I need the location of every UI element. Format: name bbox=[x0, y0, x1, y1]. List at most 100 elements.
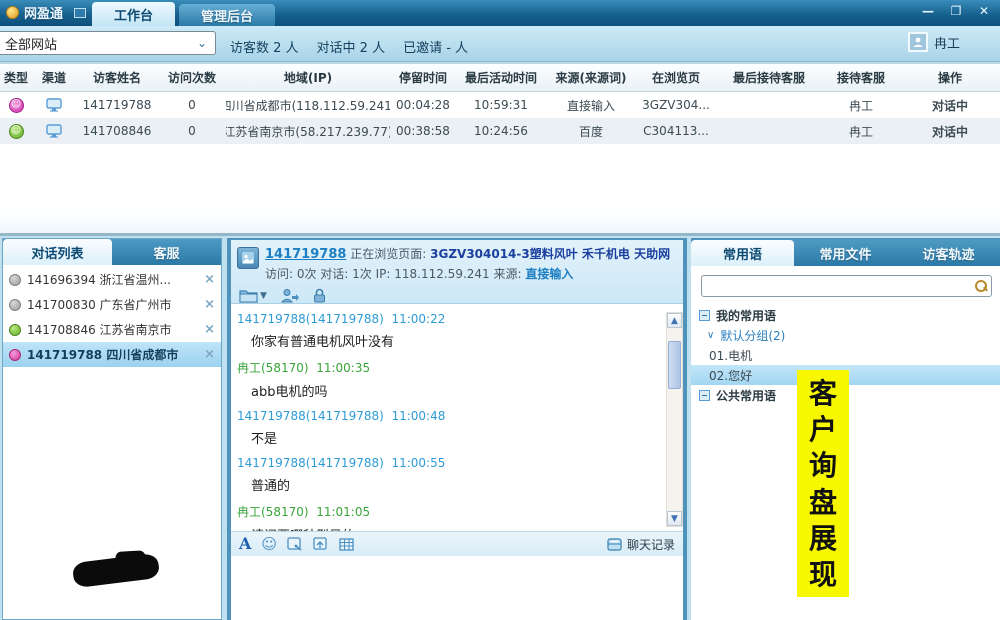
chevron-down-icon: ∨ bbox=[707, 330, 714, 341]
scrollbar-thumb[interactable] bbox=[668, 341, 681, 389]
visit-count: 0 bbox=[158, 92, 226, 118]
message-list: 141719788(141719788) 11:00:22 你家有普通电机风叶没… bbox=[231, 304, 665, 531]
tree-group-default[interactable]: ∨ 默认分组(2) bbox=[691, 325, 1000, 345]
close-dialog-icon[interactable]: × bbox=[204, 297, 215, 312]
browsing-label: 正在浏览页面: bbox=[350, 247, 426, 261]
folder-menu-button[interactable]: ▼ bbox=[239, 288, 267, 303]
app-logo: 网盈通 bbox=[6, 3, 86, 22]
tab-common-files[interactable]: 常用文件 bbox=[794, 240, 897, 266]
quick-reply-table-button[interactable] bbox=[339, 538, 354, 551]
close-icon[interactable]: ✕ bbox=[976, 4, 992, 18]
scroll-down-icon[interactable]: ▼ bbox=[667, 511, 682, 526]
chat-header: 141719788 正在浏览页面: 3GZV304014-3塑料风叶 禾千机电 … bbox=[231, 240, 683, 304]
message-sender: 141719788(141719788) bbox=[237, 409, 384, 423]
tab-common-phrases[interactable]: 常用语 bbox=[691, 240, 794, 266]
visitor-offline-icon bbox=[9, 274, 21, 286]
message-sender: 141719788(141719788) bbox=[237, 456, 384, 470]
tab-workbench[interactable]: 工作台 bbox=[92, 2, 175, 26]
chat-message: 冉工(58170) 11:01:05 请问要哪种型号的 bbox=[237, 503, 659, 531]
visitor-id-link[interactable]: 141719788 bbox=[265, 247, 346, 262]
screenshot-button[interactable] bbox=[287, 537, 303, 551]
phrase-item-motor[interactable]: 01.电机 bbox=[691, 345, 1000, 365]
browsing-page-link[interactable]: C304113... bbox=[636, 118, 716, 144]
history-icon bbox=[607, 538, 622, 551]
list-item-label: 141719788 四川省成都市 bbox=[27, 346, 178, 363]
logo-icon bbox=[6, 6, 19, 19]
visit-info: 访问: 0次 对话: 1次 IP: 118.112.59.241 来源: bbox=[265, 267, 522, 281]
agent: 冉工 bbox=[822, 92, 900, 118]
list-item[interactable]: 141708846 江苏省南京市 × bbox=[3, 317, 221, 342]
emoticon-button[interactable]: ☺ bbox=[261, 537, 277, 552]
tab-dialog-list[interactable]: 对话列表 bbox=[3, 239, 112, 265]
scroll-up-icon[interactable]: ▲ bbox=[667, 313, 682, 328]
stay-time: 00:38:58 bbox=[390, 118, 456, 144]
col-browsing-page: 在浏览页 bbox=[636, 64, 716, 91]
section-divider bbox=[0, 233, 1000, 236]
search-input[interactable] bbox=[708, 279, 975, 293]
tab-visitor-track[interactable]: 访客轨迹 bbox=[897, 240, 1000, 266]
chat-panel: 141719788 正在浏览页面: 3GZV304014-3塑料风叶 禾千机电 … bbox=[227, 238, 687, 620]
col-last-agent: 最后接待客服 bbox=[716, 64, 822, 91]
list-item[interactable]: 141696394 浙江省温州... × bbox=[3, 267, 221, 292]
list-item-selected[interactable]: 141719788 四川省成都市 × bbox=[3, 342, 221, 367]
message-input[interactable] bbox=[231, 556, 683, 620]
site-filter-value: 全部网站 bbox=[5, 34, 57, 53]
action-status[interactable]: 对话中 bbox=[900, 92, 1000, 118]
stat-invited: 已邀请 - 人 bbox=[403, 37, 468, 56]
message-area: 141719788(141719788) 11:00:22 你家有普通电机风叶没… bbox=[231, 304, 683, 531]
chat-message: 141719788(141719788) 11:00:48 不是 bbox=[237, 409, 659, 447]
visitor-name: 141719788 bbox=[76, 92, 158, 118]
region-ip: 江苏省南京市(58.217.239.77) bbox=[226, 118, 390, 144]
source: 直接输入 bbox=[546, 92, 636, 118]
chat-history-button[interactable]: 聊天记录 bbox=[607, 536, 675, 553]
quick-panel-tabs: 常用语 常用文件 访客轨迹 bbox=[691, 240, 1000, 266]
lock-button[interactable] bbox=[313, 288, 326, 303]
tab-agents[interactable]: 客服 bbox=[112, 239, 221, 265]
minimize-icon[interactable]: — bbox=[920, 4, 936, 18]
search-icon[interactable] bbox=[975, 280, 987, 292]
stay-time: 00:04:28 bbox=[390, 92, 456, 118]
close-dialog-icon[interactable]: × bbox=[204, 347, 215, 362]
collapse-icon[interactable] bbox=[699, 390, 710, 401]
chat-message: 141719788(141719788) 11:00:55 普通的 bbox=[237, 456, 659, 494]
visitor-name: 141708846 bbox=[76, 118, 158, 144]
message-time: 11:00:22 bbox=[391, 312, 445, 326]
banner-char: 客 bbox=[809, 380, 837, 408]
tree-group-my-phrases[interactable]: 我的常用语 bbox=[691, 305, 1000, 325]
site-filter-dropdown[interactable]: 全部网站 ⌄ bbox=[0, 31, 216, 55]
table-row[interactable]: ☺ 141708846 0 江苏省南京市(58.217.239.77) 00:3… bbox=[0, 118, 1000, 144]
message-sender: 冉工(58170) bbox=[237, 505, 309, 519]
col-last-active: 最后活动时间 bbox=[456, 64, 546, 91]
visitor-table: 类型 渠道 访客姓名 访问次数 地域(IP) 停留时间 最后活动时间 来源(来源… bbox=[0, 62, 1000, 144]
visitor-stats: 访客数 2 人 对话中 2 人 已邀请 - 人 bbox=[230, 37, 468, 56]
browsing-page-link[interactable]: 3GZV304... bbox=[636, 92, 716, 118]
message-scrollbar[interactable]: ▲ ▼ bbox=[666, 312, 683, 527]
action-status[interactable]: 对话中 bbox=[900, 118, 1000, 144]
maximize-icon[interactable]: ❐ bbox=[948, 4, 964, 18]
top-toolbar: 全部网站 ⌄ 访客数 2 人 对话中 2 人 已邀请 - 人 冉工 bbox=[0, 26, 1000, 62]
transfer-visitor-button[interactable] bbox=[281, 288, 299, 303]
message-text: 你家有普通电机风叶没有 bbox=[251, 331, 659, 350]
window-restore-icon bbox=[74, 8, 86, 18]
table-row[interactable]: ☺ 141719788 0 四川省成都市(118.112.59.241) 00:… bbox=[0, 92, 1000, 118]
close-dialog-icon[interactable]: × bbox=[204, 272, 215, 287]
visitor-busy-icon bbox=[9, 349, 21, 361]
window-controls: — ❐ ✕ bbox=[920, 4, 992, 18]
chat-message: 141719788(141719788) 11:00:22 你家有普通电机风叶没… bbox=[237, 312, 659, 350]
close-dialog-icon[interactable]: × bbox=[204, 322, 215, 337]
chat-header-toolbar: ▼ bbox=[239, 288, 677, 303]
current-agent[interactable]: 冉工 bbox=[908, 32, 960, 52]
region-ip: 四川省成都市(118.112.59.241) bbox=[226, 92, 390, 118]
browsing-info-line: 141719788 正在浏览页面: 3GZV304014-3塑料风叶 禾千机电 … bbox=[265, 245, 677, 262]
banner-char: 现 bbox=[809, 561, 837, 589]
stat-visitors: 访客数 2 人 bbox=[230, 37, 299, 56]
col-channel: 渠道 bbox=[32, 64, 76, 91]
send-file-button[interactable] bbox=[313, 537, 329, 551]
list-item-label: 141696394 浙江省温州... bbox=[27, 271, 171, 288]
collapse-icon[interactable] bbox=[699, 310, 710, 321]
browsing-page-title: 3GZV304014-3塑料风叶 禾千机电 天助网 bbox=[430, 247, 670, 261]
visit-source: 直接输入 bbox=[525, 267, 573, 281]
list-item[interactable]: 141700830 广东省广州市 × bbox=[3, 292, 221, 317]
tab-admin-backend[interactable]: 管理后台 bbox=[179, 4, 275, 26]
font-style-button[interactable]: A bbox=[239, 536, 251, 552]
